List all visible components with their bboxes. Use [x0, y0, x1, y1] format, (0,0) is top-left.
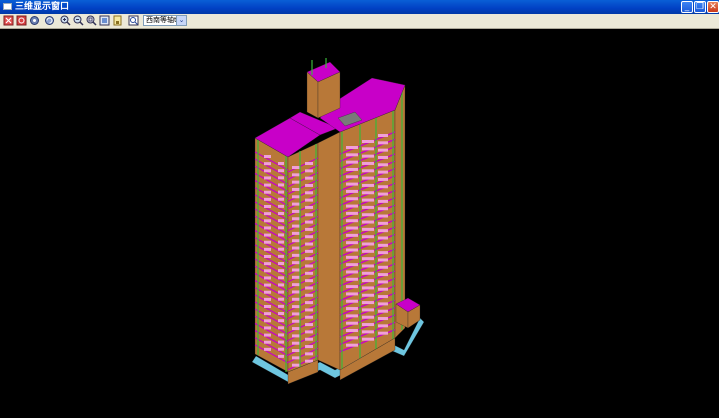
zoom-in-icon[interactable]: [60, 15, 71, 26]
view-direction-value: 西南等轴t: [146, 16, 177, 24]
print-preview-icon[interactable]: [128, 15, 139, 26]
zoom-extents-icon[interactable]: [99, 15, 110, 26]
window-icon: [3, 3, 12, 10]
chevron-down-icon[interactable]: ⌄: [176, 16, 186, 25]
rotate-icon[interactable]: [44, 15, 55, 26]
restore-button[interactable]: ❐: [694, 1, 706, 13]
view-direction-select[interactable]: 西南等轴t ⌄: [143, 15, 187, 26]
right-wing-east-face: [394, 84, 406, 339]
close-button[interactable]: ✕: [707, 1, 719, 13]
toolbar: 西南等轴t ⌄: [0, 14, 719, 29]
zoom-window-icon[interactable]: [86, 15, 97, 26]
minimize-button[interactable]: _: [681, 1, 693, 13]
middle-wing-face: [317, 131, 341, 371]
zoom-out-icon[interactable]: [73, 15, 84, 26]
three-d-viewport[interactable]: [0, 29, 719, 414]
building-model-canvas: [251, 58, 425, 385]
window-title: 三维显示窗口: [15, 2, 70, 12]
settings-icon[interactable]: [29, 15, 40, 26]
refresh-icon[interactable]: [16, 15, 27, 26]
title-bar[interactable]: 三维显示窗口 _ ❐ ✕: [0, 0, 719, 14]
three-d-display-window: 三维显示窗口 _ ❐ ✕ 西南等轴t ⌄: [0, 0, 719, 414]
save-icon[interactable]: [112, 15, 123, 26]
delete-icon[interactable]: [3, 15, 14, 26]
